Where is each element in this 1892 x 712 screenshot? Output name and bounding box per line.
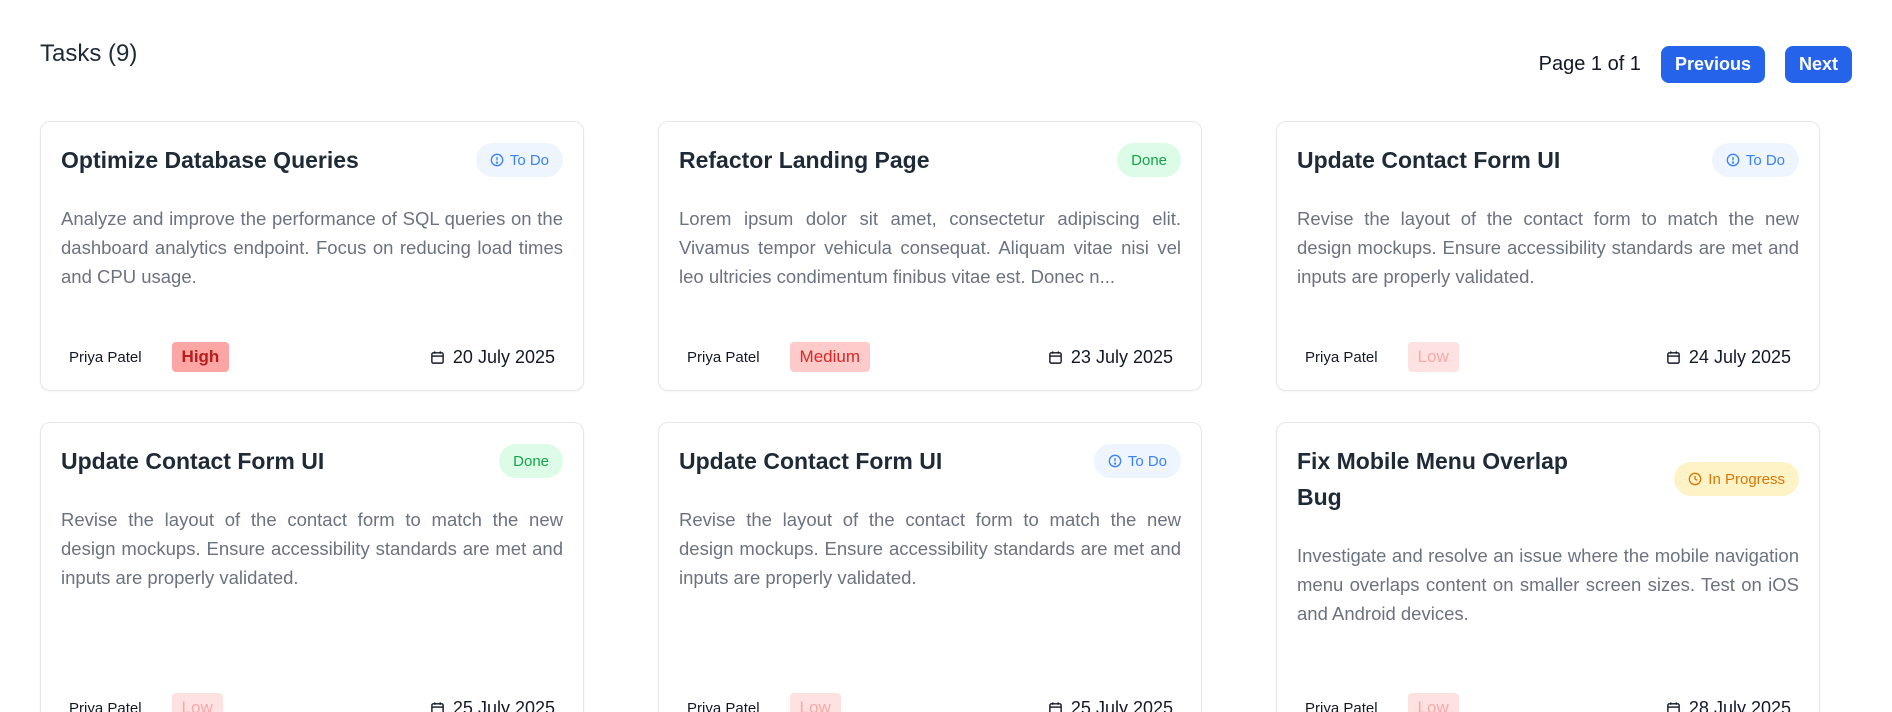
- due-date-label: 25 July 2025: [1070, 697, 1173, 712]
- due-date: 25 July 2025: [1048, 698, 1173, 712]
- assignee-name: Priya Patel: [69, 699, 142, 712]
- assignee-name: Priya Patel: [1305, 348, 1378, 366]
- status-badge: In Progress: [1674, 462, 1799, 496]
- task-card[interactable]: Update Contact Form UI To Do Revise the …: [1276, 121, 1820, 391]
- due-date: 24 July 2025: [1666, 347, 1791, 368]
- due-date-label: 24 July 2025: [1688, 346, 1791, 367]
- due-date: 28 July 2025: [1666, 698, 1791, 712]
- calendar-icon: [1049, 350, 1062, 364]
- previous-button[interactable]: Previous: [1660, 46, 1765, 83]
- task-card[interactable]: Update Contact Form UI Done Revise the l…: [40, 422, 584, 712]
- clock-icon: [1688, 472, 1702, 486]
- assignee-name: Priya Patel: [687, 348, 760, 366]
- calendar-icon: [1667, 350, 1680, 364]
- priority-badge: Low: [789, 693, 841, 712]
- task-title: Optimize Database Queries: [61, 147, 359, 173]
- task-title: Refactor Landing Page: [679, 147, 930, 173]
- task-grid: Optimize Database Queries To Do Analyze …: [40, 121, 1820, 712]
- calendar-icon: [1667, 701, 1680, 712]
- calendar-icon: [1049, 701, 1062, 712]
- assignee-name: Priya Patel: [1305, 699, 1378, 712]
- due-date-label: 20 July 2025: [452, 346, 555, 367]
- status-badge: To Do: [475, 143, 563, 177]
- status-label: Done: [513, 452, 549, 470]
- page-title: Tasks (9): [40, 40, 138, 67]
- due-date-label: 28 July 2025: [1688, 697, 1791, 712]
- status-label: To Do: [1127, 452, 1167, 470]
- due-date: 25 July 2025: [430, 698, 555, 712]
- status-label: Done: [1131, 151, 1167, 169]
- priority-badge: Low: [171, 693, 223, 712]
- status-label: In Progress: [1708, 470, 1785, 488]
- task-title: Update Contact Form UI: [679, 448, 943, 474]
- task-title: Update Contact Form UI: [61, 448, 325, 474]
- status-badge: To Do: [1093, 444, 1181, 478]
- task-title: Fix Mobile Menu Overlap Bug: [1297, 448, 1568, 510]
- assignee-name: Priya Patel: [687, 699, 760, 712]
- pagination: Page 1 of 1 Previous Next: [1539, 46, 1852, 83]
- page-indicator: Page 1 of 1: [1538, 53, 1641, 75]
- due-date: 23 July 2025: [1048, 347, 1173, 368]
- priority-badge: Medium: [789, 342, 871, 372]
- task-card[interactable]: Refactor Landing Page Done Lorem ipsum d…: [658, 121, 1202, 391]
- due-date: 20 July 2025: [430, 347, 555, 368]
- task-description: Revise the layout of the contact form to…: [1297, 208, 1799, 287]
- priority-badge: Low: [1407, 693, 1459, 712]
- status-badge: Done: [499, 444, 563, 478]
- calendar-icon: [431, 701, 444, 712]
- priority-badge: High: [171, 342, 230, 372]
- status-label: To Do: [1745, 151, 1785, 169]
- task-card[interactable]: Optimize Database Queries To Do Analyze …: [40, 121, 584, 391]
- task-description: Revise the layout of the contact form to…: [61, 509, 563, 588]
- task-card[interactable]: Update Contact Form UI To Do Revise the …: [658, 422, 1202, 712]
- info-circle-icon: [1726, 153, 1740, 167]
- status-label: To Do: [509, 151, 549, 169]
- due-date-label: 25 July 2025: [452, 697, 555, 712]
- task-card[interactable]: Fix Mobile Menu Overlap Bug In Progress …: [1276, 422, 1820, 712]
- priority-badge: Low: [1407, 342, 1459, 372]
- due-date-label: 23 July 2025: [1070, 346, 1173, 367]
- info-circle-icon: [490, 153, 504, 167]
- next-button[interactable]: Next: [1784, 46, 1852, 83]
- task-description: Analyze and improve the performance of S…: [61, 208, 563, 287]
- info-circle-icon: [1108, 454, 1122, 468]
- task-description: Revise the layout of the contact form to…: [679, 509, 1181, 588]
- status-badge: To Do: [1711, 143, 1799, 177]
- assignee-name: Priya Patel: [69, 348, 142, 366]
- tasks-page: Tasks (9) Page 1 of 1 Previous Next Opti…: [0, 0, 1892, 712]
- task-description: Investigate and resolve an issue where t…: [1297, 545, 1799, 624]
- calendar-icon: [431, 350, 444, 364]
- status-badge: Done: [1117, 143, 1181, 177]
- task-description: Lorem ipsum dolor sit amet, consectetur …: [679, 208, 1181, 287]
- task-title: Update Contact Form UI: [1297, 147, 1561, 173]
